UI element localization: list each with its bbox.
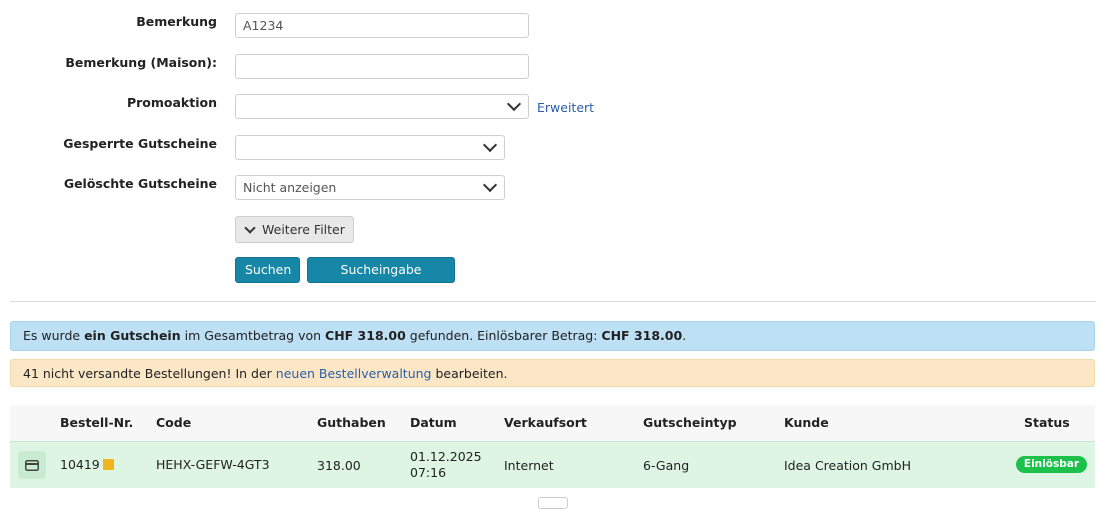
type-cell: 6-Gang: [643, 458, 690, 473]
chevron-down-icon: [482, 177, 498, 193]
geloeschte-label: Gelöschte Gutscheine: [63, 176, 217, 191]
note-icon[interactable]: [102, 459, 114, 470]
header-customer[interactable]: Kunde: [784, 405, 829, 441]
header-location[interactable]: Verkaufsort: [504, 405, 587, 441]
info-text-4: .: [682, 328, 687, 343]
promoaktion-select[interactable]: [235, 94, 529, 119]
code-cell: HEHX-GEFW-4GT3: [156, 457, 270, 472]
header-balance[interactable]: Guthaben: [317, 405, 386, 441]
chevron-down-icon: [244, 221, 256, 234]
gesperrte-label: Gesperrte Gutscheine: [63, 136, 217, 151]
warning-text-2: bearbeiten.: [431, 366, 508, 381]
divider: [10, 301, 1096, 302]
chevron-down-icon: [482, 137, 498, 153]
table-row[interactable]: 10419 HEHX-GEFW-4GT3 318.00 01.12.2025 0…: [10, 441, 1095, 488]
info-text-2: im Gesamtbetrag von: [180, 328, 326, 343]
credit-card-icon[interactable]: [18, 451, 46, 479]
chevron-down-icon: [506, 96, 522, 112]
status-badge: Einlösbar: [1015, 456, 1087, 473]
order-management-link[interactable]: neuen Bestellverwaltung: [276, 366, 432, 381]
date-cell: 01.12.2025: [410, 449, 482, 464]
bemerkung-maison-input[interactable]: [235, 54, 529, 79]
pagination[interactable]: [538, 497, 568, 509]
gesperrte-select[interactable]: [235, 135, 505, 160]
location-cell: Internet: [504, 458, 554, 473]
erweitert-link[interactable]: Erweitert: [537, 100, 594, 115]
more-filters-button[interactable]: Weitere Filter: [235, 216, 354, 243]
info-total: CHF 318.00: [325, 328, 406, 343]
search-button[interactable]: Suchen: [235, 257, 300, 283]
header-order-nr[interactable]: Bestell-Nr.: [60, 405, 133, 441]
header-code[interactable]: Code: [156, 405, 191, 441]
geloeschte-value: Nicht anzeigen: [243, 180, 337, 195]
bemerkung-maison-label: Bemerkung (Maison):: [65, 55, 217, 70]
more-filters-label: Weitere Filter: [262, 222, 345, 237]
warning-alert: 41 nicht versandte Bestellungen! In der …: [10, 359, 1095, 387]
info-alert: Es wurde ein Gutschein im Gesamtbetrag v…: [10, 321, 1095, 351]
clear-search-button[interactable]: Sucheingabe löschen: [307, 257, 455, 301]
info-redeemable: CHF 318.00: [601, 328, 683, 343]
geloeschte-select[interactable]: Nicht anzeigen: [235, 175, 505, 200]
balance-cell: 318.00: [317, 458, 361, 473]
header-date[interactable]: Datum: [410, 405, 457, 441]
table-header: Bestell-Nr. Code Guthaben Datum Verkaufs…: [10, 405, 1095, 441]
order-number-cell: 10419: [60, 457, 114, 472]
info-text-1: Es wurde: [23, 328, 85, 343]
customer-cell: Idea Creation GmbH: [784, 458, 912, 473]
header-status[interactable]: Status: [1024, 405, 1070, 441]
promoaktion-label: Promoaktion: [126, 95, 217, 110]
info-count: ein Gutschein: [84, 328, 181, 343]
info-text-3: gefunden. Einlösbarer Betrag:: [405, 328, 602, 343]
order-number[interactable]: 10419: [60, 457, 100, 472]
header-type[interactable]: Gutscheintyp: [643, 405, 737, 441]
bemerkung-input[interactable]: A1234: [235, 13, 529, 38]
time-cell: 07:16: [410, 465, 447, 480]
bemerkung-label: Bemerkung: [136, 14, 217, 29]
warning-text-1: 41 nicht versandte Bestellungen! In der: [23, 366, 276, 381]
